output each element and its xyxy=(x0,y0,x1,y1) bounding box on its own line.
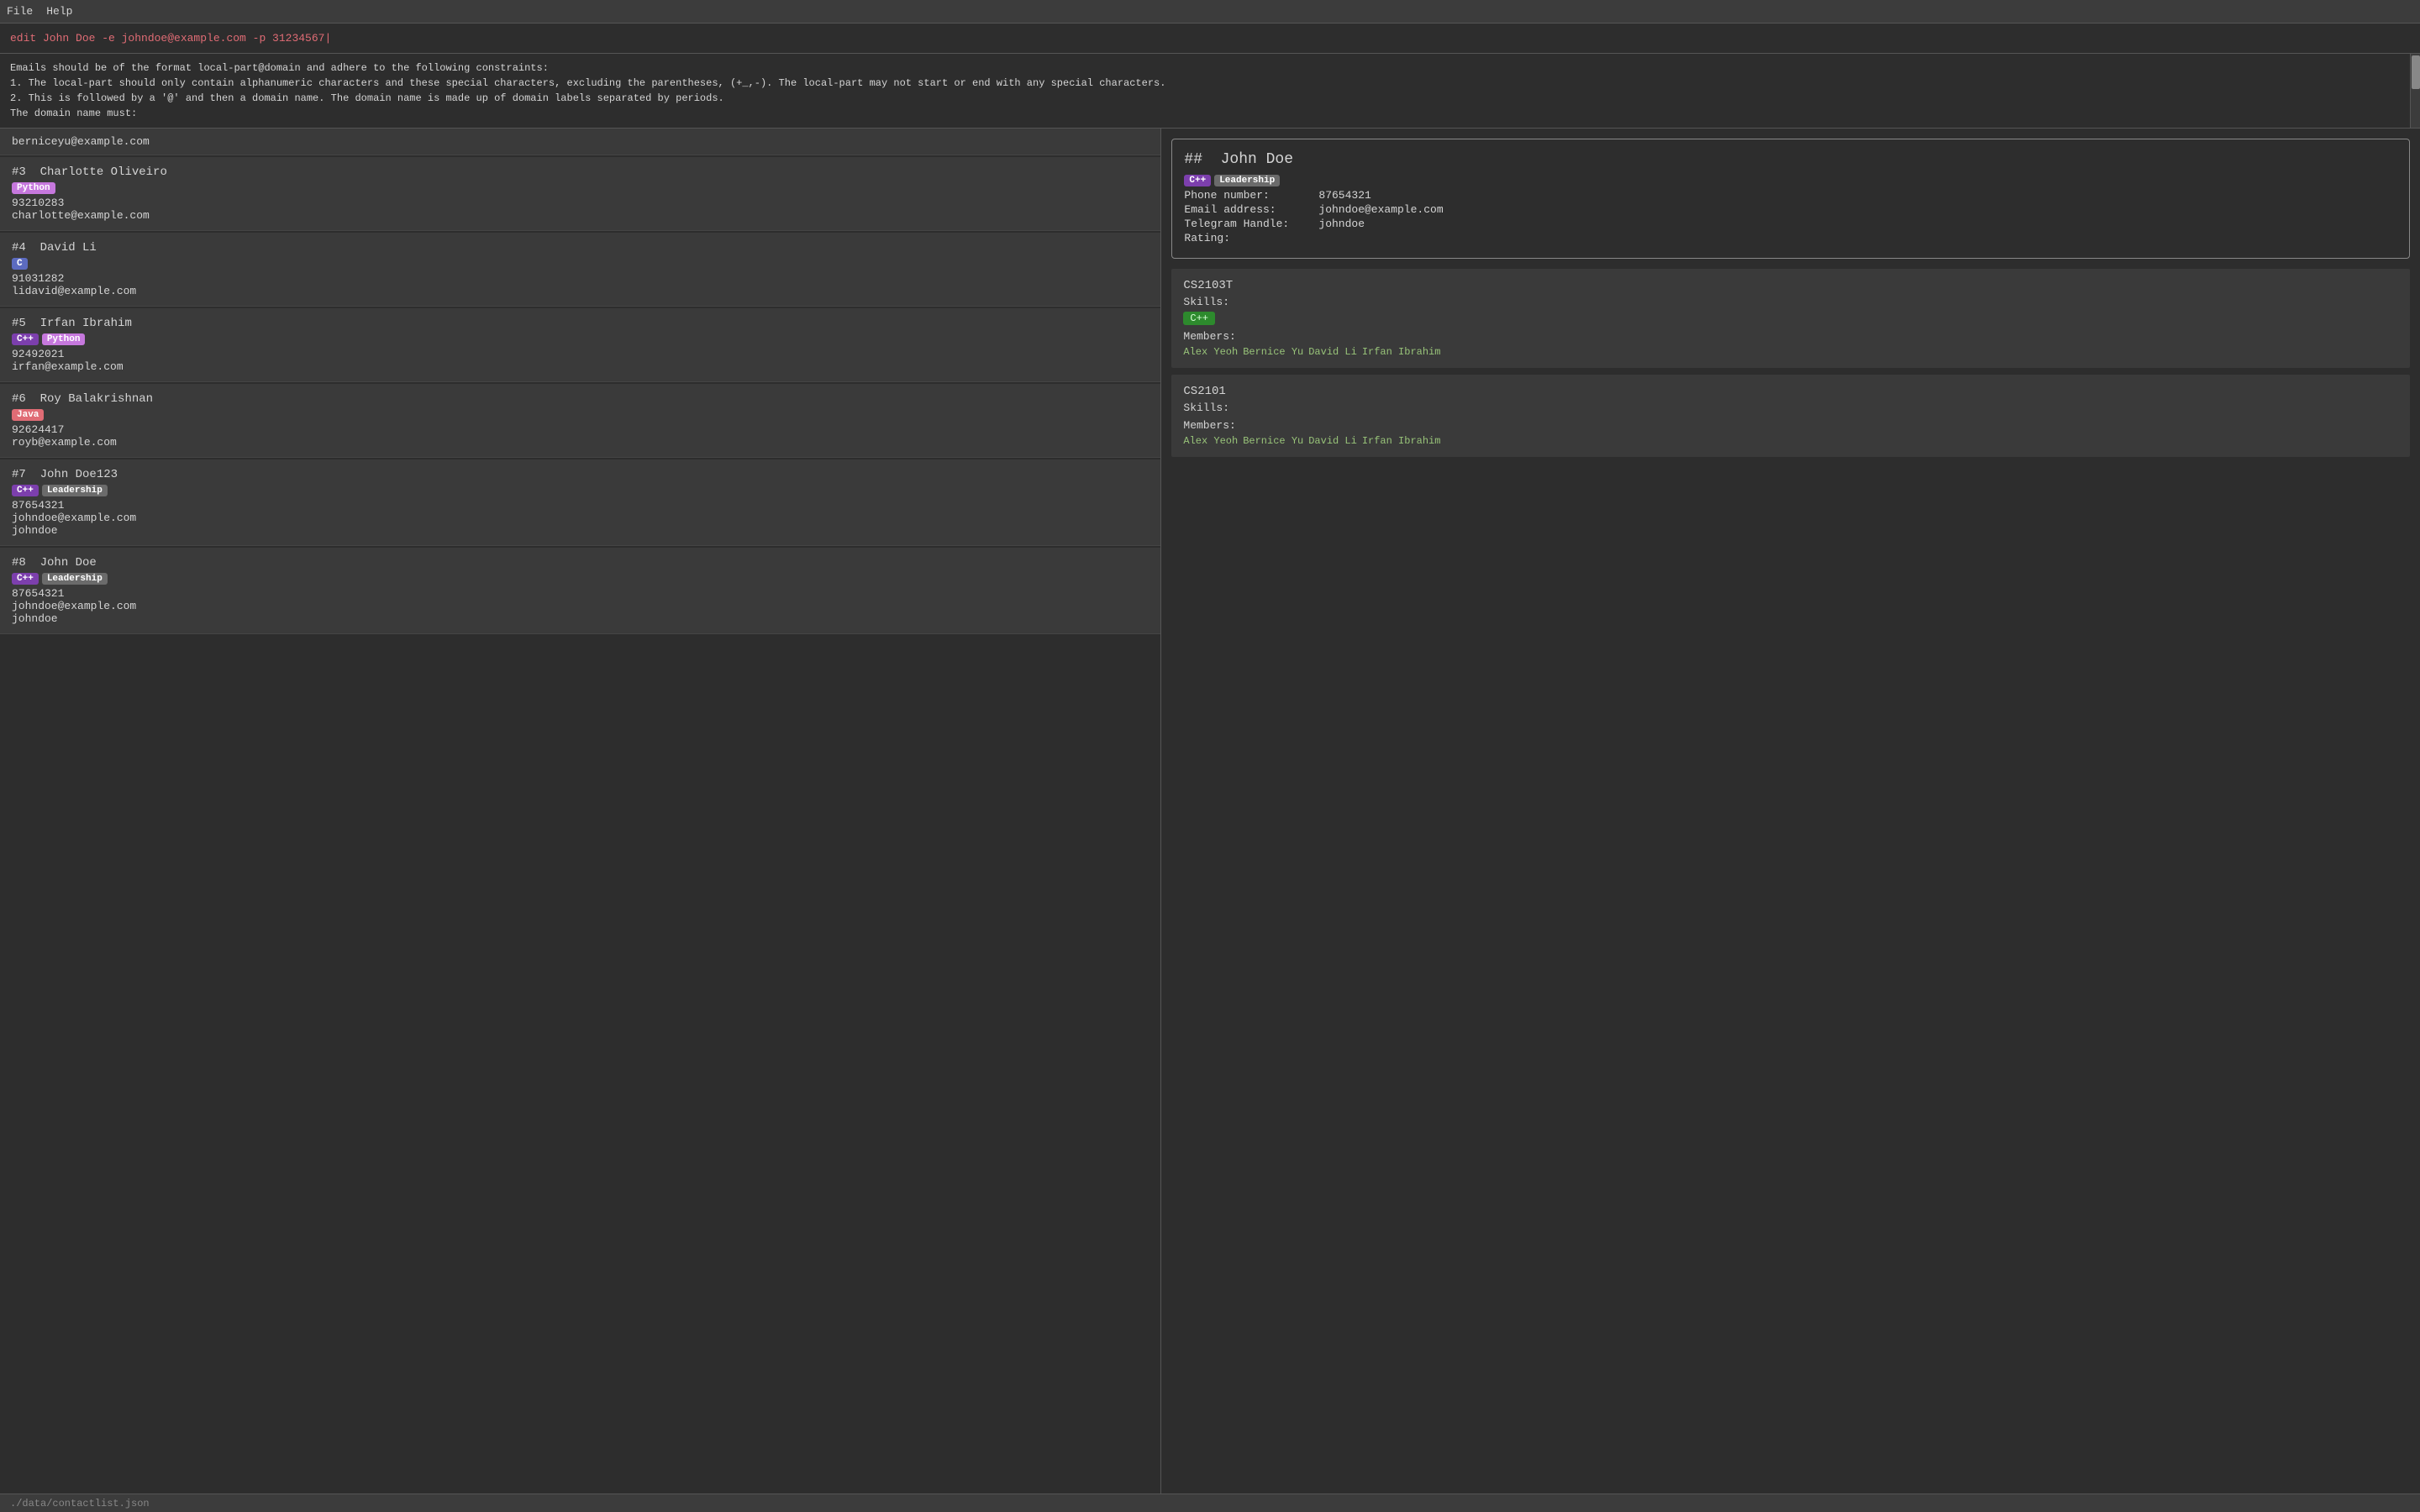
list-item[interactable]: berniceyu@example.com xyxy=(0,129,1160,155)
course-card-cs2101: CS2101 Skills: Members: Alex Yeoh Bernic… xyxy=(1171,375,2410,457)
email-row: Email address: johndoe@example.com xyxy=(1184,203,2397,216)
tag-c: C xyxy=(12,258,28,270)
member-bernice-yu[interactable]: Bernice Yu xyxy=(1243,346,1303,358)
list-item[interactable]: #7 John Doe123 C++ Leadership 87654321 j… xyxy=(0,459,1160,546)
person-tags: C++ Leadership xyxy=(1184,175,2397,186)
contact-tags: C++ Leadership xyxy=(12,485,1149,496)
member-david-li[interactable]: David Li xyxy=(1308,346,1357,358)
member-bernice-yu-2[interactable]: Bernice Yu xyxy=(1243,435,1303,447)
contact-email: irfan@example.com xyxy=(12,360,1149,373)
main-content: berniceyu@example.com #3 Charlotte Olive… xyxy=(0,129,2420,1494)
person-id-hash: ## xyxy=(1184,151,1202,168)
contact-phone: 92624417 xyxy=(12,423,1149,436)
member-david-li-2[interactable]: David Li xyxy=(1308,435,1357,447)
skill-cpp: C++ xyxy=(1183,312,1215,325)
status-bar: ./data/contactlist.json xyxy=(0,1494,2420,1512)
contact-name: #8 John Doe xyxy=(12,556,1149,570)
tag-cpp: C++ xyxy=(12,573,39,585)
course-skills: C++ xyxy=(1183,312,2398,325)
info-line-3: 2. This is followed by a '@' and then a … xyxy=(10,91,2410,106)
person-full-name: John Doe xyxy=(1221,151,1293,168)
course-members-label: Members: xyxy=(1183,330,2398,343)
member-irfan-ibrahim-2[interactable]: Irfan Ibrahim xyxy=(1362,435,1441,447)
course-skills-label: Skills: xyxy=(1183,296,2398,308)
contact-phone: 87654321 xyxy=(12,499,1149,512)
tag-cpp: C++ xyxy=(12,485,39,496)
course-title: CS2101 xyxy=(1183,385,2398,398)
telegram-value: johndoe xyxy=(1318,218,1365,230)
info-area: Emails should be of the format local-par… xyxy=(0,54,2420,129)
contact-tags: Python xyxy=(12,182,1149,194)
tag-cpp-detail: C++ xyxy=(1184,175,1211,186)
contact-phone: 87654321 xyxy=(12,587,1149,600)
contact-email: johndoe@example.com xyxy=(12,512,1149,524)
tag-leadership: Leadership xyxy=(42,573,108,585)
scrollbar-thumb xyxy=(2412,55,2420,89)
list-item[interactable]: #3 Charlotte Oliveiro Python 93210283 ch… xyxy=(0,157,1160,231)
tag-python: Python xyxy=(12,182,55,194)
contact-email: berniceyu@example.com xyxy=(12,135,1149,148)
contact-tags: C++ Python xyxy=(12,333,1149,345)
tag-java: Java xyxy=(12,409,44,421)
menu-bar: File Help xyxy=(0,0,2420,24)
person-title: ## John Doe xyxy=(1184,151,2397,168)
course-members: Alex Yeoh Bernice Yu David Li Irfan Ibra… xyxy=(1183,346,2398,358)
contact-name: #4 David Li xyxy=(12,241,1149,255)
member-alex-yeoh[interactable]: Alex Yeoh xyxy=(1183,346,1238,358)
command-bar: edit John Doe -e johndoe@example.com -p … xyxy=(0,24,2420,54)
rating-row: Rating: xyxy=(1184,232,2397,244)
tag-leadership-detail: Leadership xyxy=(1214,175,1280,186)
course-members: Alex Yeoh Bernice Yu David Li Irfan Ibra… xyxy=(1183,435,2398,447)
email-label: Email address: xyxy=(1184,203,1318,216)
contact-tags: Java xyxy=(12,409,1149,421)
menu-file[interactable]: File xyxy=(7,5,33,18)
contact-telegram: johndoe xyxy=(12,524,1149,537)
course-card-cs2103t: CS2103T Skills: C++ Members: Alex Yeoh B… xyxy=(1171,269,2410,368)
contact-tags: C++ Leadership xyxy=(12,573,1149,585)
tag-python: Python xyxy=(42,333,86,345)
contact-email: lidavid@example.com xyxy=(12,285,1149,297)
contact-list: berniceyu@example.com #3 Charlotte Olive… xyxy=(0,129,1161,1494)
phone-row: Phone number: 87654321 xyxy=(1184,189,2397,202)
contact-name: #6 Roy Balakrishnan xyxy=(12,392,1149,406)
member-irfan-ibrahim[interactable]: Irfan Ibrahim xyxy=(1362,346,1441,358)
course-members-label: Members: xyxy=(1183,419,2398,432)
contact-email: charlotte@example.com xyxy=(12,209,1149,222)
contact-name: #7 John Doe123 xyxy=(12,468,1149,481)
command-input[interactable]: edit John Doe -e johndoe@example.com -p … xyxy=(10,32,2410,45)
list-item[interactable]: #6 Roy Balakrishnan Java 92624417 royb@e… xyxy=(0,384,1160,458)
course-skills-label: Skills: xyxy=(1183,402,2398,414)
scrollbar[interactable] xyxy=(2410,54,2420,128)
tag-cpp: C++ xyxy=(12,333,39,345)
tag-leadership: Leadership xyxy=(42,485,108,496)
contact-name: #3 Charlotte Oliveiro xyxy=(12,165,1149,179)
list-item[interactable]: #5 Irfan Ibrahim C++ Python 92492021 irf… xyxy=(0,308,1160,382)
detail-panel: ## John Doe C++ Leadership Phone number:… xyxy=(1161,129,2420,1494)
status-path: ./data/contactlist.json xyxy=(10,1498,150,1509)
menu-help[interactable]: Help xyxy=(46,5,72,18)
person-card: ## John Doe C++ Leadership Phone number:… xyxy=(1171,139,2410,259)
contact-email: royb@example.com xyxy=(12,436,1149,449)
phone-value: 87654321 xyxy=(1318,189,1370,202)
member-alex-yeoh-2[interactable]: Alex Yeoh xyxy=(1183,435,1238,447)
contact-phone: 92492021 xyxy=(12,348,1149,360)
telegram-label: Telegram Handle: xyxy=(1184,218,1318,230)
course-title: CS2103T xyxy=(1183,279,2398,292)
contact-telegram: johndoe xyxy=(12,612,1149,625)
contact-phone: 93210283 xyxy=(12,197,1149,209)
contact-phone: 91031282 xyxy=(12,272,1149,285)
info-line-4: The domain name must: xyxy=(10,106,2410,121)
phone-label: Phone number: xyxy=(1184,189,1318,202)
info-line-2: 1. The local-part should only contain al… xyxy=(10,76,2410,91)
list-item[interactable]: #4 David Li C 91031282 lidavid@example.c… xyxy=(0,233,1160,307)
list-item[interactable]: #8 John Doe C++ Leadership 87654321 john… xyxy=(0,548,1160,634)
telegram-row: Telegram Handle: johndoe xyxy=(1184,218,2397,230)
rating-label: Rating: xyxy=(1184,232,1318,244)
email-value: johndoe@example.com xyxy=(1318,203,1443,216)
contact-email: johndoe@example.com xyxy=(12,600,1149,612)
contact-tags: C xyxy=(12,258,1149,270)
contact-name: #5 Irfan Ibrahim xyxy=(12,317,1149,330)
info-line-1: Emails should be of the format local-par… xyxy=(10,60,2410,76)
